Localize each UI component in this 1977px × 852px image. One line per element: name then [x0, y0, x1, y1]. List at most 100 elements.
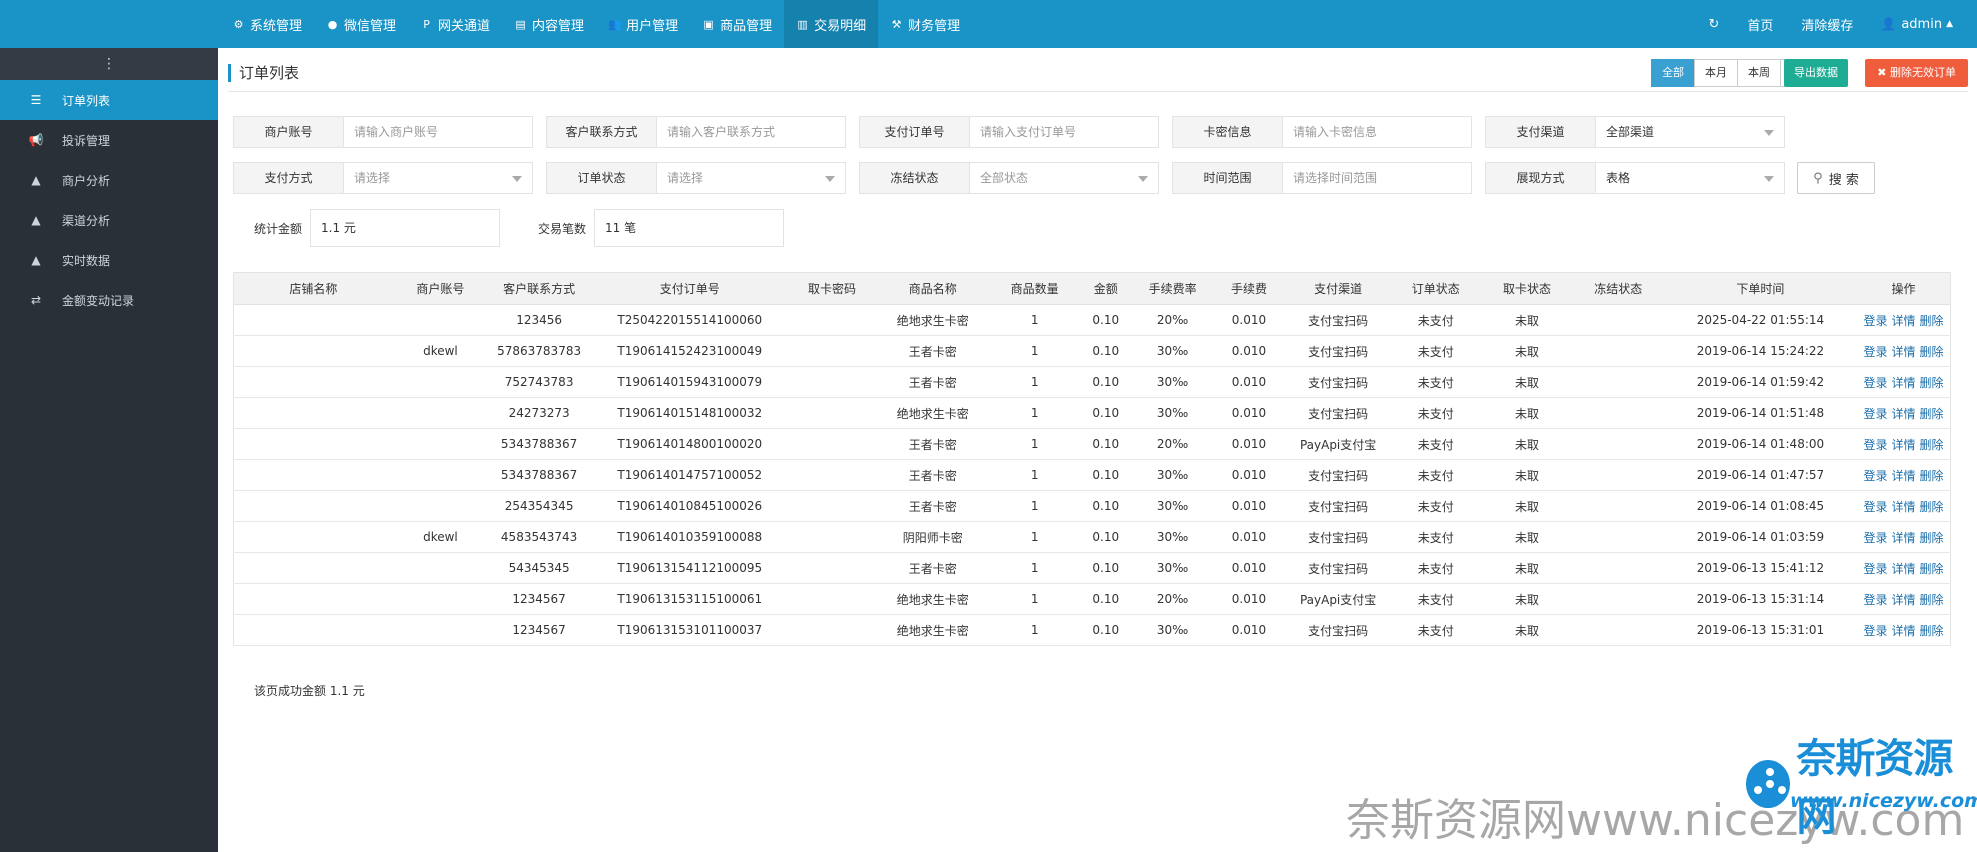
- sidebar-item-1[interactable]: 📢 投诉管理: [0, 120, 218, 160]
- topnav-item-5[interactable]: ▣ 商品管理: [690, 0, 784, 48]
- details-link[interactable]: 详情: [1891, 376, 1915, 390]
- delete-link[interactable]: 删除: [1920, 562, 1944, 576]
- details-link[interactable]: 详情: [1891, 531, 1915, 545]
- delete-link[interactable]: 删除: [1920, 593, 1944, 607]
- stat-count-label: 交易笔数: [537, 221, 586, 236]
- time-range-input[interactable]: [1283, 163, 1471, 193]
- watermark-logo-text: 奈斯资源网: [1796, 736, 1953, 840]
- merchant-account-input[interactable]: [344, 117, 532, 147]
- login-link[interactable]: 登录: [1863, 407, 1887, 421]
- login-link[interactable]: 登录: [1863, 562, 1887, 576]
- clear-cache-link[interactable]: 清除缓存: [1787, 15, 1867, 34]
- table-cell: dkewl: [392, 335, 489, 367]
- details-link[interactable]: 详情: [1891, 562, 1915, 576]
- select-value: 表格: [1606, 171, 1631, 185]
- login-link[interactable]: 登录: [1863, 314, 1887, 328]
- table-cell: 254354345: [488, 490, 591, 522]
- table-cell: PayApi支付宝: [1286, 428, 1391, 460]
- table-cell: 0.010: [1211, 428, 1287, 460]
- login-link[interactable]: 登录: [1863, 500, 1887, 514]
- search-button[interactable]: ⚲ 搜 索: [1797, 162, 1875, 194]
- filter-label: 商户账号: [234, 117, 344, 147]
- sidebar-toggle[interactable]: ⋮: [0, 48, 218, 80]
- topnav-item-2[interactable]: P 网关通道: [408, 0, 502, 48]
- list-icon: ☰: [30, 93, 42, 107]
- table-cell: PayApi支付宝: [1286, 583, 1391, 615]
- table-cell: 未支付: [1390, 614, 1482, 646]
- area-chart-icon: ▲: [31, 173, 41, 187]
- freeze-status-select[interactable]: 全部状态: [970, 163, 1158, 193]
- topnav-item-7[interactable]: ⚒ 财务管理: [878, 0, 972, 48]
- sidebar-item-3[interactable]: ▲ 渠道分析: [0, 200, 218, 240]
- home-link[interactable]: 首页: [1733, 15, 1787, 34]
- stat-count-value: 11 笔: [594, 209, 784, 247]
- table-cell: 未取: [1481, 428, 1573, 460]
- sidebar-item-4[interactable]: ▲ 实时数据: [0, 240, 218, 280]
- details-link[interactable]: 详情: [1891, 407, 1915, 421]
- details-link[interactable]: 详情: [1891, 438, 1915, 452]
- login-link[interactable]: 登录: [1863, 469, 1887, 483]
- column-header: 手续费率: [1133, 272, 1212, 305]
- topnav-item-1[interactable]: ● 微信管理: [314, 0, 408, 48]
- table-cell: [1572, 428, 1664, 460]
- login-link[interactable]: 登录: [1863, 438, 1887, 452]
- login-link[interactable]: 登录: [1863, 624, 1887, 638]
- customer-contact-input[interactable]: [657, 117, 845, 147]
- delete-link[interactable]: 删除: [1920, 500, 1944, 514]
- table-cell: 0.10: [1078, 335, 1134, 367]
- delete-link[interactable]: 删除: [1920, 407, 1944, 421]
- delete-link[interactable]: 删除: [1920, 376, 1944, 390]
- user-menu[interactable]: 👤 admin ▲: [1867, 17, 1967, 32]
- details-link[interactable]: 详情: [1891, 624, 1915, 638]
- table-cell: 123456: [488, 304, 591, 336]
- range-button-0[interactable]: 全部: [1651, 59, 1695, 87]
- table-cell: 绝地求生卡密: [874, 397, 992, 429]
- order-status-select[interactable]: 请选择: [657, 163, 845, 193]
- details-link[interactable]: 详情: [1891, 314, 1915, 328]
- delete-link[interactable]: 删除: [1920, 531, 1944, 545]
- logo-dot: [1766, 780, 1774, 788]
- topnav-item-6[interactable]: ▥ 交易明细: [784, 0, 879, 48]
- login-link[interactable]: 登录: [1863, 593, 1887, 607]
- range-button-2[interactable]: 本周: [1737, 59, 1781, 87]
- login-link[interactable]: 登录: [1863, 376, 1887, 390]
- table-cell: [392, 490, 489, 522]
- delete-link[interactable]: 删除: [1920, 624, 1944, 638]
- details-link[interactable]: 详情: [1891, 469, 1915, 483]
- table-cell: 0.010: [1211, 304, 1287, 336]
- card-info-input[interactable]: [1283, 117, 1471, 147]
- delete-link[interactable]: 删除: [1920, 469, 1944, 483]
- details-link[interactable]: 详情: [1891, 345, 1915, 359]
- login-link[interactable]: 登录: [1863, 531, 1887, 545]
- caret-down-icon: [1764, 130, 1774, 136]
- delete-link[interactable]: 删除: [1920, 345, 1944, 359]
- pay-method-select[interactable]: 请选择: [344, 163, 532, 193]
- sidebar-item-2[interactable]: ▲ 商户分析: [0, 160, 218, 200]
- table-cell: [232, 583, 393, 615]
- topnav-item-3[interactable]: ▤ 内容管理: [502, 0, 596, 48]
- pay-channel-select[interactable]: 全部渠道: [1596, 117, 1784, 147]
- login-link[interactable]: 登录: [1863, 345, 1887, 359]
- details-link[interactable]: 详情: [1891, 593, 1915, 607]
- table-cell: [1572, 366, 1664, 398]
- delete-link[interactable]: 删除: [1920, 438, 1944, 452]
- row-actions: 登录 详情 删除: [1856, 490, 1951, 522]
- column-header: 商户账号: [392, 272, 489, 305]
- topnav-item-0[interactable]: ⚙ 系统管理: [220, 0, 314, 48]
- sidebar-item-0[interactable]: ☰ 订单列表: [0, 80, 218, 120]
- export-button[interactable]: 导出数据: [1784, 59, 1848, 87]
- table-cell: T190614010845100026: [590, 490, 790, 522]
- display-mode-select[interactable]: 表格: [1596, 163, 1784, 193]
- pay-order-input[interactable]: [970, 117, 1158, 147]
- topnav-item-4[interactable]: 👥 用户管理: [596, 0, 690, 48]
- table-cell: 0.010: [1211, 366, 1287, 398]
- sidebar-item-5[interactable]: ⇄ 金额变动记录: [0, 280, 218, 320]
- details-link[interactable]: 详情: [1891, 500, 1915, 514]
- delete-link[interactable]: 删除: [1920, 314, 1944, 328]
- table-cell: 未支付: [1390, 490, 1482, 522]
- range-button-1[interactable]: 本月: [1694, 59, 1738, 87]
- table-cell: 王者卡密: [874, 335, 992, 367]
- table-cell: 1: [991, 428, 1079, 460]
- delete-invalid-orders-button[interactable]: ✖ 删除无效订单: [1865, 59, 1968, 87]
- refresh-button[interactable]: ↻: [1694, 17, 1733, 32]
